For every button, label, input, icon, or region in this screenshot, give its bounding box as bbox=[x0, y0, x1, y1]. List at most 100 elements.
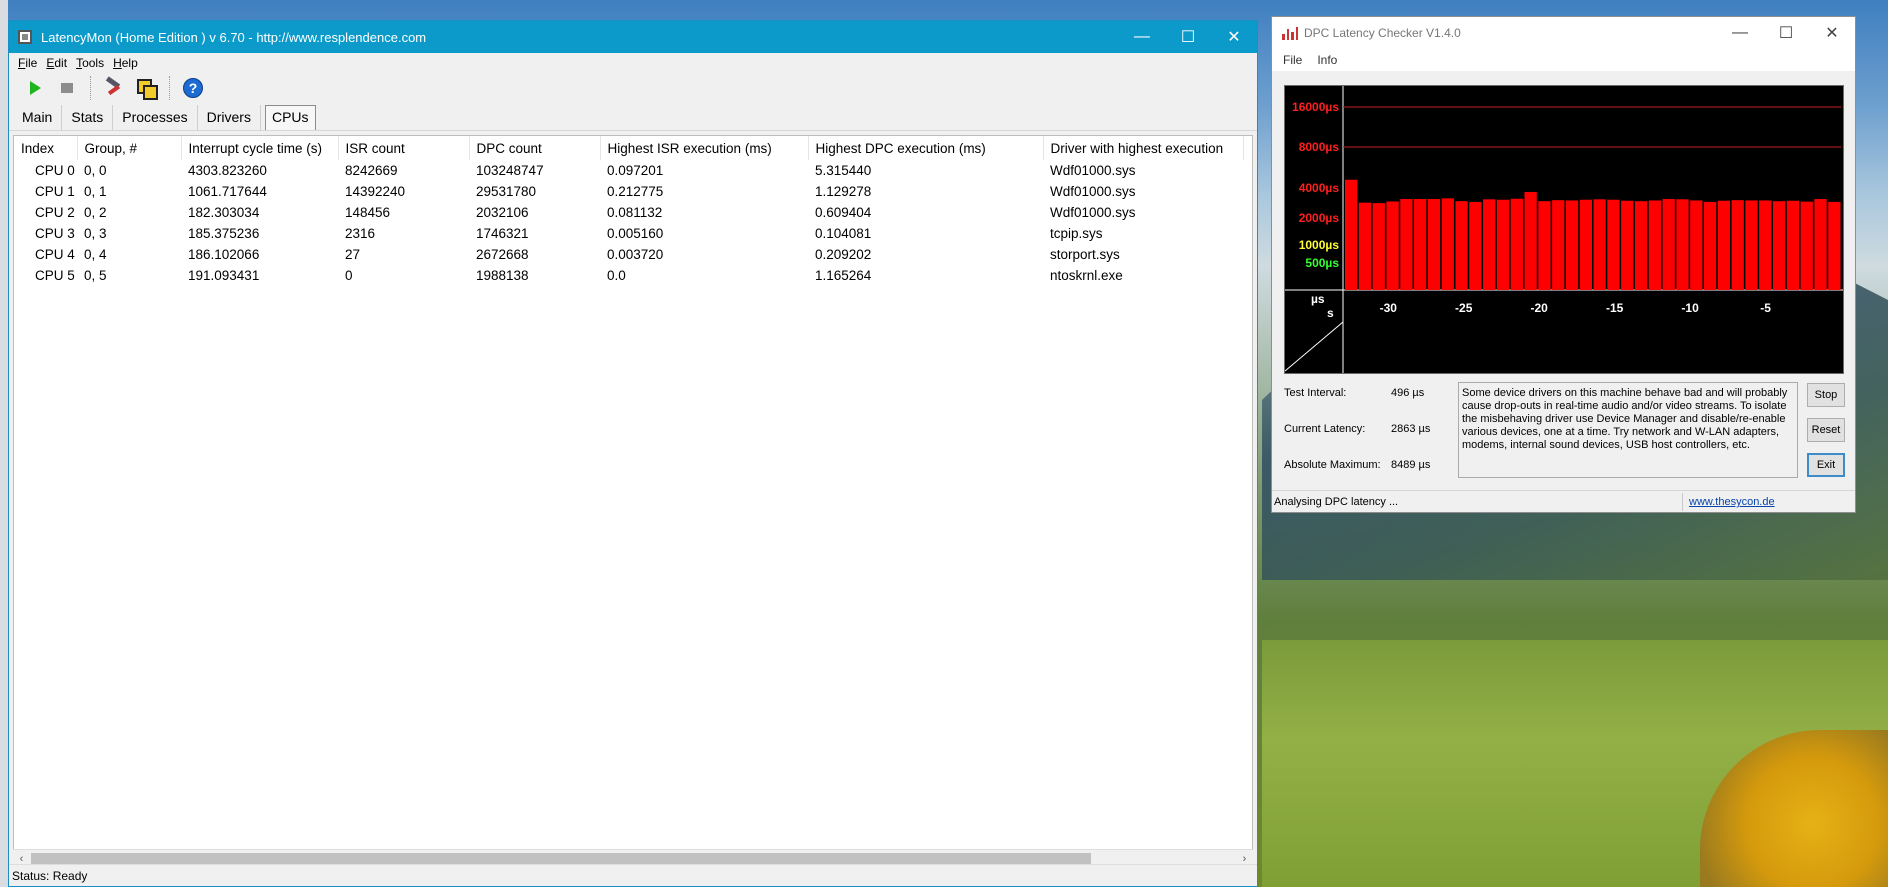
column-header-highest-dpc[interactable]: Highest DPC execution (ms) bbox=[808, 136, 1044, 160]
cell-index: CPU 5 bbox=[35, 268, 75, 283]
latency-bar bbox=[1345, 179, 1358, 290]
cell-dpc-count: 103248747 bbox=[476, 163, 544, 178]
play-icon bbox=[29, 81, 41, 95]
table-row[interactable]: CPU 2 0, 2 182.303034 148456 2032106 0.0… bbox=[14, 202, 1243, 223]
tab-drivers[interactable]: Drivers bbox=[198, 105, 261, 130]
start-button[interactable] bbox=[23, 76, 47, 100]
latency-bar bbox=[1800, 201, 1813, 290]
column-header-isr-count[interactable]: ISR count bbox=[338, 136, 470, 160]
latency-bar bbox=[1828, 201, 1841, 290]
latency-bar bbox=[1717, 200, 1731, 290]
dpc-close-button[interactable]: ✕ bbox=[1809, 17, 1855, 49]
column-header-highest-isr[interactable]: Highest ISR execution (ms) bbox=[600, 136, 809, 160]
column-header-interrupt-cycle-time[interactable]: Interrupt cycle time (s) bbox=[181, 136, 339, 160]
latencymon-titlebar[interactable]: LatencyMon (Home Edition ) v 6.70 - http… bbox=[9, 21, 1257, 53]
cell-group: 0, 1 bbox=[84, 184, 107, 199]
menu-file[interactable]: File bbox=[18, 56, 37, 70]
dpc-menu-file[interactable]: File bbox=[1283, 53, 1302, 67]
cell-interrupt-cycle-time: 4303.823260 bbox=[188, 163, 267, 178]
cell-highest-isr: 0.0 bbox=[607, 268, 626, 283]
scrollbar-thumb[interactable] bbox=[31, 853, 1091, 864]
cell-highest-dpc: 0.209202 bbox=[815, 247, 872, 262]
table-row[interactable]: CPU 3 0, 3 185.375236 2316 1746321 0.005… bbox=[14, 223, 1243, 244]
latency-bar bbox=[1538, 201, 1551, 290]
dpc-app-icon[interactable] bbox=[1282, 26, 1298, 40]
table-row[interactable]: CPU 0 0, 0 4303.823260 8242669 103248747… bbox=[14, 160, 1243, 181]
dpc-minimize-button[interactable]: — bbox=[1717, 17, 1763, 49]
cell-isr-count: 2316 bbox=[345, 226, 376, 241]
absolute-max-label: Absolute Maximum: bbox=[1284, 459, 1381, 471]
maximize-button[interactable]: ☐ bbox=[1165, 21, 1211, 53]
dpc-maximize-button[interactable]: ☐ bbox=[1763, 17, 1809, 49]
latency-chart: 16000µs 8000µs 4000µs 2000µs 1000µs 500µs µss -… bbox=[1285, 86, 1843, 373]
latency-bar bbox=[1593, 199, 1606, 290]
absolute-max-row: Absolute Maximum: 8489 µs bbox=[1284, 459, 1454, 473]
y-tick-label: 1000µs bbox=[1299, 238, 1340, 252]
dpc-status-text: Analysing DPC latency ... bbox=[1274, 496, 1399, 508]
latency-bar bbox=[1565, 200, 1579, 290]
latency-bar bbox=[1455, 201, 1468, 290]
cell-isr-count: 8242669 bbox=[345, 163, 398, 178]
latency-bar bbox=[1510, 198, 1523, 290]
toolbar-separator bbox=[169, 76, 170, 100]
thesycon-link[interactable]: www.thesycon.de bbox=[1689, 496, 1775, 508]
latencymon-app-icon[interactable] bbox=[18, 30, 32, 44]
windows-button[interactable] bbox=[134, 76, 158, 100]
reset-button[interactable]: Reset bbox=[1807, 418, 1845, 442]
table-row[interactable]: CPU 5 0, 5 191.093431 0 1988138 0.0 1.16… bbox=[14, 265, 1243, 286]
toolbar: ? bbox=[9, 73, 1257, 103]
tab-stats[interactable]: Stats bbox=[62, 105, 114, 130]
cell-driver: tcpip.sys bbox=[1050, 226, 1103, 241]
tab-main[interactable]: Main bbox=[13, 105, 63, 130]
latency-bar bbox=[1786, 200, 1800, 290]
latency-bar bbox=[1772, 201, 1786, 290]
cpu-table: Index Group, # Interrupt cycle time (s) … bbox=[14, 136, 1244, 286]
corner-unit-us: µs bbox=[1311, 292, 1325, 306]
help-button[interactable]: ? bbox=[181, 76, 205, 100]
cell-highest-dpc: 1.165264 bbox=[815, 268, 872, 283]
cell-interrupt-cycle-time: 1061.717644 bbox=[188, 184, 267, 199]
cell-driver: Wdf01000.sys bbox=[1050, 163, 1136, 178]
x-tick-label: -5 bbox=[1760, 301, 1771, 315]
latency-bar bbox=[1441, 198, 1454, 290]
y-tick-label: 16000µs bbox=[1292, 100, 1339, 114]
dpc-menu-info[interactable]: Info bbox=[1317, 53, 1337, 67]
cpu-table-container: Index Group, # Interrupt cycle time (s) … bbox=[13, 135, 1253, 862]
column-header-group[interactable]: Group, # bbox=[77, 136, 182, 160]
cell-group: 0, 2 bbox=[84, 205, 107, 220]
column-header-dpc-count[interactable]: DPC count bbox=[469, 136, 601, 160]
menu-edit[interactable]: Edit bbox=[46, 56, 67, 70]
minimize-button[interactable]: — bbox=[1119, 21, 1165, 53]
latency-bar bbox=[1745, 200, 1758, 290]
tab-processes[interactable]: Processes bbox=[113, 105, 198, 130]
cell-interrupt-cycle-time: 182.303034 bbox=[188, 205, 260, 220]
test-interval-row: Test Interval: 496 µs bbox=[1284, 387, 1454, 401]
stop-button[interactable] bbox=[55, 76, 79, 100]
cell-isr-count: 14392240 bbox=[345, 184, 406, 199]
column-header-driver[interactable]: Driver with highest execution bbox=[1043, 136, 1244, 160]
menu-tools[interactable]: Tools bbox=[76, 56, 104, 70]
menu-help[interactable]: Help bbox=[113, 56, 138, 70]
table-row[interactable]: CPU 1 0, 1 1061.717644 14392240 29531780… bbox=[14, 181, 1243, 202]
latency-bar bbox=[1400, 199, 1413, 290]
dpc-titlebar[interactable]: DPC Latency Checker V1.4.0 — ☐ ✕ bbox=[1272, 17, 1855, 49]
test-interval-label: Test Interval: bbox=[1284, 387, 1347, 399]
table-row[interactable]: CPU 4 0, 4 186.102066 27 2672668 0.00372… bbox=[14, 244, 1243, 265]
latency-bar bbox=[1414, 199, 1427, 290]
latency-bar bbox=[1676, 199, 1689, 290]
close-button[interactable]: ✕ bbox=[1211, 21, 1257, 53]
cell-index: CPU 3 bbox=[35, 226, 75, 241]
stop-button[interactable]: Stop bbox=[1807, 383, 1845, 407]
dpc-status-bar: Analysing DPC latency ... www.thesycon.d… bbox=[1272, 490, 1855, 513]
tab-cpus[interactable]: CPUs bbox=[264, 105, 316, 130]
dpc-checker-window: DPC Latency Checker V1.4.0 — ☐ ✕ File In… bbox=[1271, 16, 1856, 513]
latency-bar bbox=[1483, 199, 1496, 290]
cell-dpc-count: 29531780 bbox=[476, 184, 537, 199]
dpc-window-title: DPC Latency Checker V1.4.0 bbox=[1304, 26, 1461, 40]
latency-bar bbox=[1607, 199, 1620, 290]
dpc-message-box: Some device drivers on this machine beha… bbox=[1458, 382, 1798, 478]
latency-bar bbox=[1427, 199, 1441, 290]
exit-button[interactable]: Exit bbox=[1807, 453, 1845, 477]
tools-button[interactable] bbox=[102, 76, 126, 100]
column-header-index[interactable]: Index bbox=[14, 136, 78, 160]
